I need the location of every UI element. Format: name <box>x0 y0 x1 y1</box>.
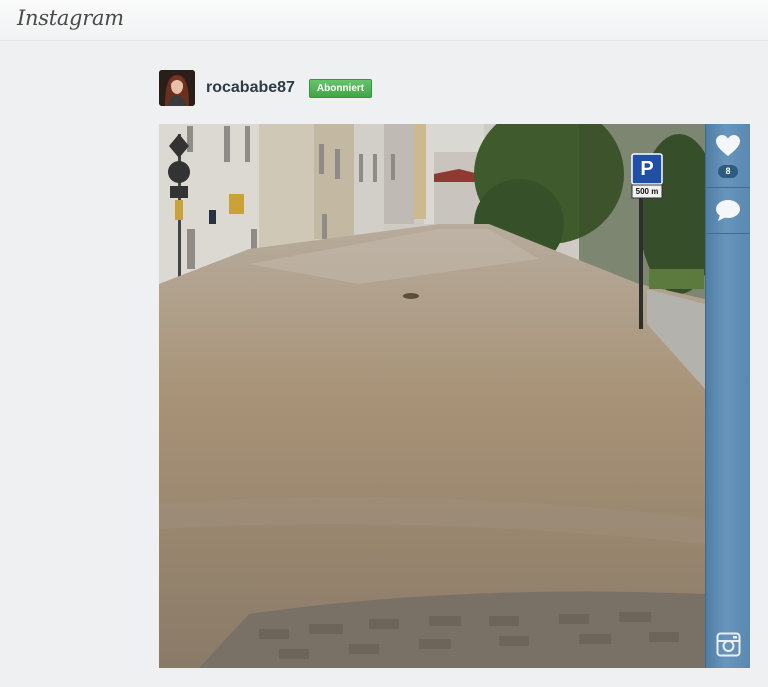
parking-sign-distance: 500 m <box>635 187 659 196</box>
avatar[interactable] <box>159 70 195 106</box>
username[interactable]: rocababe87 <box>206 79 295 97</box>
post-photo[interactable]: P 500 m <box>159 124 705 668</box>
instagram-logo[interactable]: Instagram <box>17 6 124 30</box>
parking-sign-letter: P <box>640 158 654 180</box>
likes-count: 8 <box>718 165 738 178</box>
comment-bubble-icon[interactable] <box>715 198 741 222</box>
top-bar: Instagram <box>0 0 768 41</box>
instagram-camera-icon[interactable] <box>716 632 741 657</box>
flooded-street-image <box>159 124 705 668</box>
follow-status-badge[interactable]: Abonniert <box>309 79 372 98</box>
sidebar-divider <box>706 233 750 234</box>
sidebar-divider <box>706 187 750 188</box>
heart-icon[interactable] <box>715 134 741 158</box>
action-sidebar: 8 <box>705 124 750 668</box>
